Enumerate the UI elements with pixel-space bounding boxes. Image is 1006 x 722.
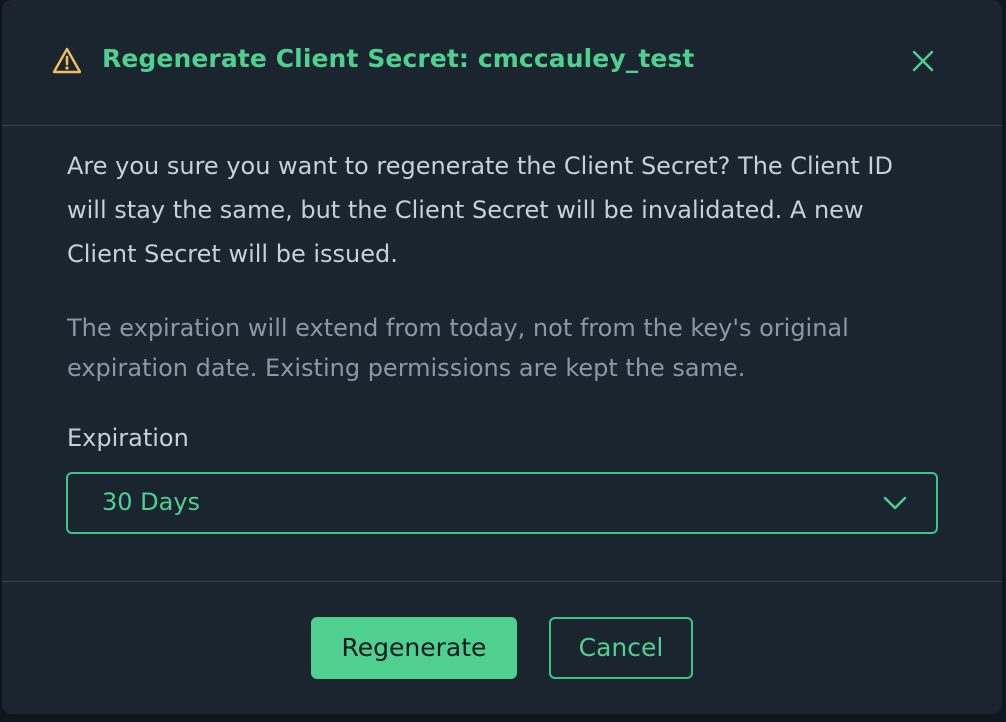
cancel-button[interactable]: Cancel [549, 617, 693, 679]
chevron-down-icon [883, 496, 907, 510]
close-icon[interactable] [908, 46, 938, 76]
expiration-note: The expiration will extend from today, n… [67, 314, 849, 382]
expiration-select[interactable]: 30 Days [66, 472, 938, 534]
warning-icon [52, 47, 82, 74]
expiration-label: Expiration [67, 424, 189, 452]
confirmation-message: Are you sure you want to regenerate the … [67, 152, 893, 268]
dialog-title: Regenerate Client Secret: cmccauley_test [102, 44, 695, 73]
expiration-selected-value: 30 Days [102, 488, 201, 516]
regenerate-button[interactable]: Regenerate [311, 617, 517, 679]
dialog-body: Are you sure you want to regenerate the … [2, 126, 1002, 582]
dialog-header: Regenerate Client Secret: cmccauley_test [2, 0, 1002, 126]
regenerate-secret-dialog: Regenerate Client Secret: cmccauley_test… [2, 0, 1002, 714]
